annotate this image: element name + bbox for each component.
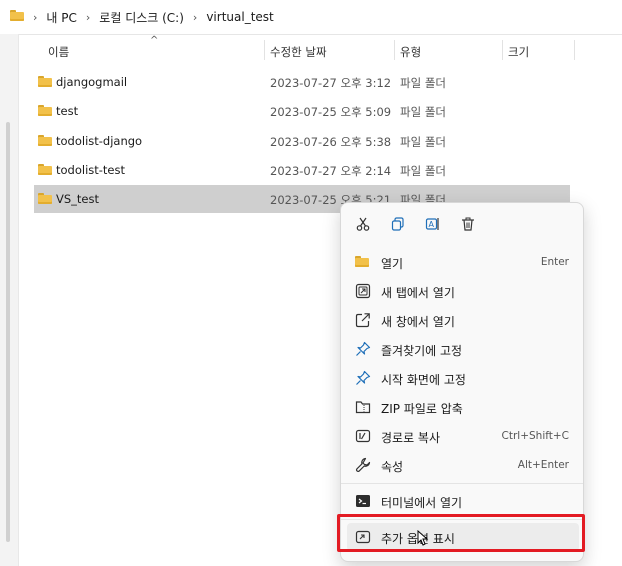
folder-icon [355, 254, 371, 270]
chevron-right-icon: › [85, 10, 91, 24]
file-name: djangogmail [56, 75, 128, 89]
column-header-row: ^ 이름 수정한 날짜 유형 크기 [18, 35, 618, 64]
file-name: test [56, 104, 79, 118]
menu-item-shortcut: Alt+Enter [517, 459, 569, 471]
svg-text:A: A [429, 220, 435, 229]
file-row[interactable]: djangogmail 2023-07-27 오후 3:12 파일 폴더 [34, 68, 570, 96]
address-bar[interactable]: › 내 PC › 로컬 디스크 (C:) › virtual_test [0, 0, 622, 35]
menu-item-compress-zip[interactable]: ZIP 파일로 압축 [347, 393, 579, 421]
file-type: 파일 폴더 [400, 105, 446, 119]
column-header-type[interactable]: 유형 [400, 44, 421, 60]
menu-item-copy-path[interactable]: 경로로 복사 Ctrl+Shift+C [347, 422, 579, 450]
file-type: 파일 폴더 [400, 135, 446, 149]
file-name: todolist-test [56, 163, 126, 177]
file-row[interactable]: todolist-test 2023-07-27 오후 2:14 파일 폴더 [34, 156, 570, 184]
menu-item-label: 새 창에서 열기 [381, 315, 455, 329]
file-type: 파일 폴더 [400, 164, 446, 178]
file-name: todolist-django [56, 134, 143, 148]
column-header-size[interactable]: 크기 [508, 44, 529, 60]
wrench-icon [355, 457, 371, 473]
menu-item-open-terminal[interactable]: 터미널에서 열기 [347, 487, 579, 515]
rename-icon[interactable]: A [422, 213, 444, 235]
chevron-right-icon: › [33, 10, 38, 24]
terminal-icon [355, 493, 371, 509]
menu-item-label: ZIP 파일로 압축 [381, 402, 463, 416]
cut-icon[interactable] [352, 213, 374, 235]
file-row[interactable]: test 2023-07-25 오후 5:09 파일 폴더 [34, 97, 570, 125]
scrollbar-thumb[interactable] [6, 122, 10, 542]
breadcrumb-item[interactable]: virtual_test [206, 10, 273, 24]
new-tab-icon [355, 283, 371, 299]
folder-icon [38, 164, 52, 178]
menu-item-label: 즐겨찾기에 고정 [381, 344, 463, 358]
column-header-name[interactable]: 이름 [48, 44, 69, 60]
menu-item-shortcut: Enter [540, 256, 569, 268]
pin-icon [355, 341, 371, 357]
mouse-cursor-icon [417, 529, 429, 550]
context-menu: A 열기 Enter 새 탭에서 열기 새 창에서 열기 즐겨찾기에 고정 시작… [340, 202, 584, 562]
menu-item-pin-start[interactable]: 시작 화면에 고정 [347, 364, 579, 392]
menu-item-pin-quick-access[interactable]: 즐겨찾기에 고정 [347, 335, 579, 363]
menu-item-open-new-window[interactable]: 새 창에서 열기 [347, 306, 579, 334]
menu-item-properties[interactable]: 속성 Alt+Enter [347, 451, 579, 479]
folder-icon [10, 10, 24, 24]
folder-icon [38, 135, 52, 149]
folder-icon [38, 76, 52, 90]
navigation-pane[interactable] [0, 34, 19, 566]
breadcrumb-item[interactable]: 로컬 디스크 (C:) [99, 9, 184, 26]
folder-icon [38, 105, 52, 119]
menu-item-label: 터미널에서 열기 [381, 496, 463, 510]
copy-icon[interactable] [387, 213, 409, 235]
zip-icon [355, 399, 371, 415]
column-header-modified[interactable]: 수정한 날짜 [270, 44, 327, 60]
file-date: 2023-07-25 오후 5:09 [270, 105, 392, 119]
chevron-right-icon: › [192, 10, 198, 24]
context-menu-toolbar: A [341, 203, 583, 243]
copy-path-icon [355, 428, 371, 444]
column-divider[interactable] [394, 40, 395, 60]
file-date: 2023-07-27 오후 3:12 [270, 76, 392, 90]
highlight-box [337, 514, 585, 552]
file-type: 파일 폴더 [400, 76, 446, 90]
menu-item-label: 열기 [381, 257, 404, 271]
menu-item-label: 시작 화면에 고정 [381, 373, 466, 387]
file-row[interactable]: todolist-django 2023-07-26 오후 5:38 파일 폴더 [34, 127, 570, 155]
file-date: 2023-07-27 오후 2:14 [270, 164, 392, 178]
sort-ascending-icon: ^ [150, 35, 159, 46]
new-window-icon [355, 312, 371, 328]
menu-separator [341, 483, 583, 484]
menu-item-open[interactable]: 열기 Enter [347, 248, 579, 276]
file-name: VS_test [56, 192, 100, 206]
breadcrumb-item[interactable]: 내 PC [46, 9, 76, 26]
file-date: 2023-07-26 오후 5:38 [270, 135, 392, 149]
menu-item-label: 경로로 복사 [381, 431, 441, 445]
column-divider[interactable] [574, 40, 575, 60]
pin-icon [355, 370, 371, 386]
menu-item-label: 속성 [381, 460, 404, 474]
menu-item-shortcut: Ctrl+Shift+C [501, 430, 569, 442]
column-divider[interactable] [502, 40, 503, 60]
delete-icon[interactable] [457, 213, 479, 235]
column-divider[interactable] [264, 40, 265, 60]
folder-icon [38, 193, 52, 207]
menu-item-open-new-tab[interactable]: 새 탭에서 열기 [347, 277, 579, 305]
menu-item-label: 새 탭에서 열기 [381, 286, 455, 300]
